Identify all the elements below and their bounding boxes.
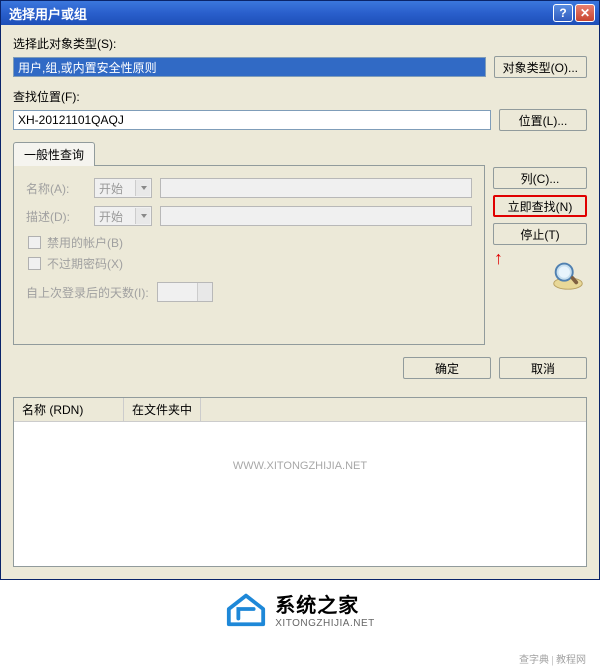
close-button[interactable]: ✕ — [575, 4, 595, 22]
name-mode-combo: 开始 — [94, 178, 152, 198]
ok-button[interactable]: 确定 — [403, 357, 491, 379]
brand-logo-icon — [225, 588, 267, 630]
tab-content: 名称(A): 开始 描述(D): 开始 禁用的帐户(B) — [13, 165, 485, 345]
window-title: 选择用户或组 — [5, 4, 553, 23]
search-icon — [549, 255, 587, 293]
find-now-button[interactable]: 立即查找(N) — [493, 195, 587, 217]
help-button[interactable]: ? — [553, 4, 573, 22]
object-type-label: 选择此对象类型(S): — [13, 35, 587, 52]
non-expiring-label: 不过期密码(X) — [47, 255, 123, 272]
branding-footer: 系统之家 XITONGZHIJIA.NET — [0, 580, 600, 655]
desc-label: 描述(D): — [26, 208, 86, 225]
tab-common-queries[interactable]: 一般性查询 — [13, 142, 95, 166]
days-spinner — [157, 282, 213, 302]
desc-mode-combo: 开始 — [94, 206, 152, 226]
object-types-button[interactable]: 对象类型(O)... — [494, 56, 587, 78]
results-list[interactable]: 名称 (RDN) 在文件夹中 — [13, 397, 587, 567]
columns-button[interactable]: 列(C)... — [493, 167, 587, 189]
watermark-center: WWW.XITONGZHIJIA.NET — [233, 460, 367, 472]
name-label: 名称(A): — [26, 180, 86, 197]
brand-name-cn: 系统之家 — [275, 589, 375, 618]
disabled-accounts-checkbox — [28, 236, 41, 249]
brand-name-en: XITONGZHIJIA.NET — [275, 618, 375, 629]
locations-button[interactable]: 位置(L)... — [499, 109, 587, 131]
non-expiring-checkbox — [28, 257, 41, 270]
disabled-accounts-label: 禁用的帐户(B) — [47, 234, 123, 251]
desc-input — [160, 206, 472, 226]
object-type-field[interactable] — [13, 57, 486, 77]
cancel-button[interactable]: 取消 — [499, 357, 587, 379]
stop-button[interactable]: 停止(T) — [493, 223, 587, 245]
location-label: 查找位置(F): — [13, 88, 587, 105]
location-field[interactable] — [13, 110, 491, 130]
results-col-name[interactable]: 名称 (RDN) — [14, 398, 124, 421]
days-since-logon-label: 自上次登录后的天数(I): — [26, 284, 149, 301]
name-input — [160, 178, 472, 198]
results-col-folder[interactable]: 在文件夹中 — [124, 398, 201, 421]
titlebar: 选择用户或组 ? ✕ — [1, 1, 599, 25]
watermark-right: 查字典 | 教程网 — [519, 651, 586, 666]
